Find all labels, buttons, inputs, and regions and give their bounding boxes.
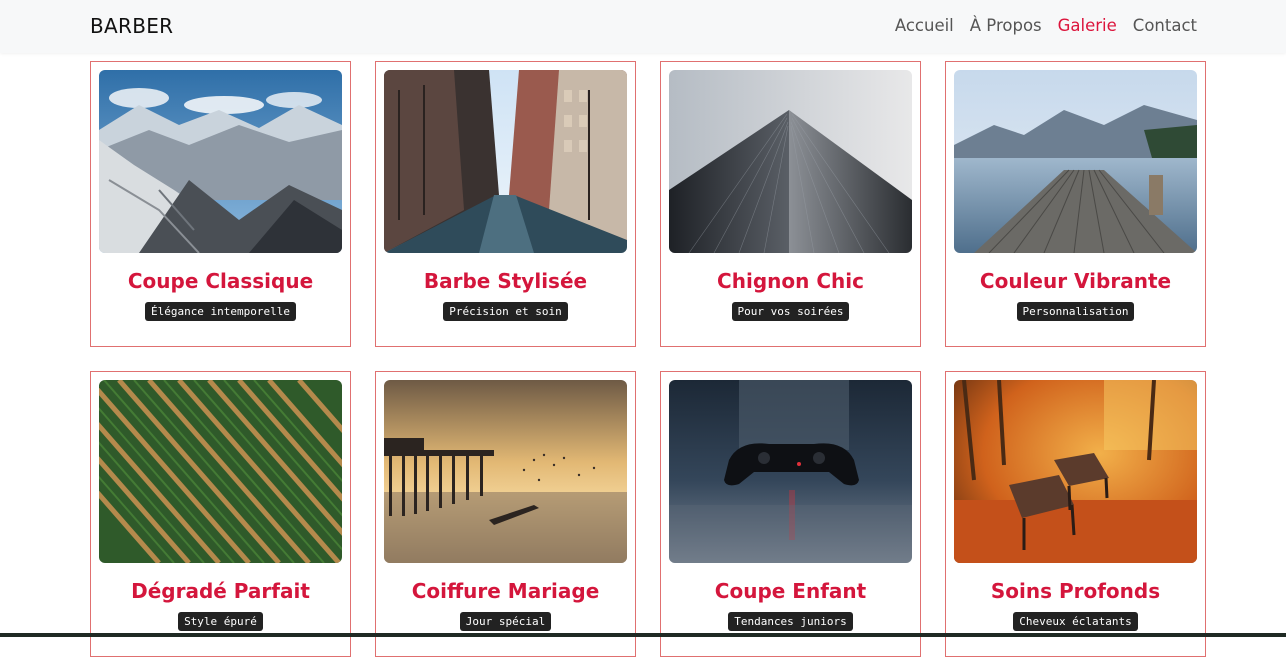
card-tag: Jour spécial bbox=[459, 612, 552, 631]
card-tag: Précision et soin bbox=[443, 302, 568, 321]
card-title: Barbe Stylisée bbox=[423, 269, 588, 293]
card-tag: Personnalisation bbox=[1016, 302, 1135, 321]
gallery-card[interactable]: Barbe Stylisée Précision et soin bbox=[375, 61, 636, 347]
card-tag: Tendances juniors bbox=[728, 612, 853, 631]
autumn-bench-image bbox=[954, 380, 1197, 563]
gallery-card[interactable]: Coiffure Mariage Jour spécial bbox=[375, 371, 636, 657]
card-title: Soins Profonds bbox=[990, 579, 1161, 603]
brand-logo[interactable]: BARBER bbox=[90, 13, 173, 39]
nav-link-contact[interactable]: Contact bbox=[1133, 14, 1197, 38]
lake-pier-image bbox=[954, 70, 1197, 253]
skyscraper-image bbox=[669, 70, 912, 253]
gallery-card[interactable]: Coupe Enfant Tendances juniors bbox=[660, 371, 921, 657]
crop-fields-image bbox=[99, 380, 342, 563]
gallery-card[interactable]: Dégradé Parfait Style épuré bbox=[90, 371, 351, 657]
gallery-card[interactable]: Couleur Vibrante Personnalisation bbox=[945, 61, 1206, 347]
nav-link-galerie[interactable]: Galerie bbox=[1058, 14, 1117, 38]
sunset-pier-image bbox=[384, 380, 627, 563]
game-controller-image bbox=[669, 380, 912, 563]
card-title: Couleur Vibrante bbox=[979, 269, 1172, 293]
card-tag: Style épuré bbox=[178, 612, 263, 631]
navbar: BARBER Accueil À Propos Galerie Contact bbox=[0, 0, 1286, 53]
snowy-mountains-image bbox=[99, 70, 342, 253]
nav-links: Accueil À Propos Galerie Contact bbox=[895, 14, 1197, 38]
gallery-grid: Coupe Classique Élégance intemporelle Ba… bbox=[90, 61, 1206, 657]
nav-link-accueil[interactable]: Accueil bbox=[895, 14, 954, 38]
card-title: Dégradé Parfait bbox=[131, 579, 310, 603]
city-street-image bbox=[384, 70, 627, 253]
card-title: Coupe Classique bbox=[127, 269, 314, 293]
card-tag: Pour vos soirées bbox=[731, 302, 850, 321]
bottom-edge bbox=[0, 633, 1286, 637]
card-title: Coupe Enfant bbox=[714, 579, 867, 603]
gallery-card[interactable]: Chignon Chic Pour vos soirées bbox=[660, 61, 921, 347]
card-tag: Élégance intemporelle bbox=[144, 302, 297, 321]
card-title: Coiffure Mariage bbox=[411, 579, 600, 603]
nav-link-a-propos[interactable]: À Propos bbox=[970, 14, 1042, 38]
gallery-card[interactable]: Coupe Classique Élégance intemporelle bbox=[90, 61, 351, 347]
card-tag: Cheveux éclatants bbox=[1013, 612, 1138, 631]
card-title: Chignon Chic bbox=[717, 269, 864, 293]
gallery-card[interactable]: Soins Profonds Cheveux éclatants bbox=[945, 371, 1206, 657]
